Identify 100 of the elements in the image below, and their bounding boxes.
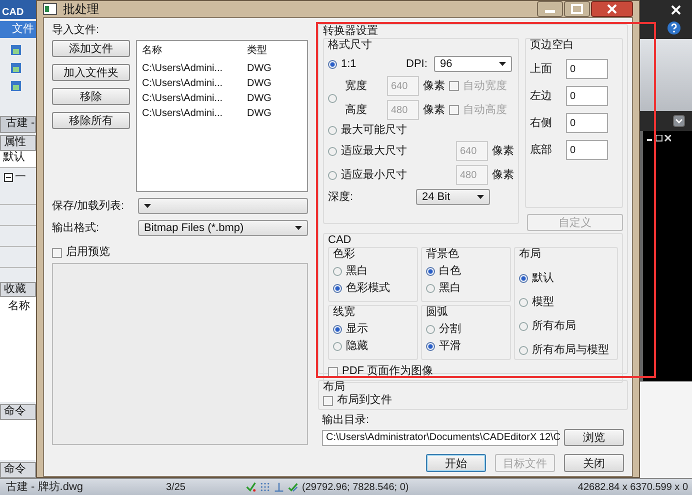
button[interactable]: 关闭 bbox=[564, 454, 624, 472]
document-icon[interactable] bbox=[10, 62, 22, 74]
unit-label: 像素 bbox=[423, 80, 445, 92]
document-icon[interactable] bbox=[10, 44, 22, 56]
table-cell-text: C:\Users\Admini... bbox=[141, 92, 224, 105]
radio-button[interactable] bbox=[333, 342, 342, 351]
radio-button[interactable] bbox=[328, 94, 337, 102]
option-label: 所有布局 bbox=[532, 320, 576, 333]
collapse-icon[interactable] bbox=[4, 172, 13, 182]
field-label: 上面 bbox=[530, 62, 553, 76]
table-cell-text: C:\Users\Admini... bbox=[141, 62, 224, 75]
radio-button[interactable] bbox=[519, 298, 528, 307]
button[interactable]: 移除 bbox=[52, 88, 130, 105]
property-value: 默认 bbox=[0, 151, 36, 168]
field-label: 保存/加载列表: bbox=[52, 200, 126, 212]
radio-button[interactable] bbox=[426, 325, 435, 334]
radio-button[interactable] bbox=[333, 325, 342, 334]
checkbox[interactable] bbox=[328, 366, 338, 376]
button[interactable]: 移除所有 bbox=[52, 112, 130, 129]
text-field[interactable]: 0 bbox=[566, 59, 608, 79]
group-title: 布局 bbox=[519, 248, 542, 261]
column-header[interactable]: 类型 bbox=[242, 44, 267, 56]
field-label: 深度: bbox=[328, 190, 354, 204]
group-title: 线宽 bbox=[333, 306, 356, 319]
radio-button[interactable] bbox=[426, 342, 435, 351]
field-label: 输出格式: bbox=[52, 222, 100, 234]
group-title: 圆弧 bbox=[426, 306, 449, 319]
button[interactable]: 浏览 bbox=[564, 429, 624, 446]
unit-label: 像素 bbox=[492, 168, 514, 182]
radio-button[interactable] bbox=[426, 267, 435, 276]
radio-button[interactable] bbox=[519, 346, 528, 355]
dropdown[interactable]: 24 Bit bbox=[416, 189, 490, 205]
file-name: 古建 - 牌坊.dwg bbox=[5, 480, 84, 494]
checkbox[interactable] bbox=[323, 396, 333, 406]
radio-button[interactable] bbox=[519, 322, 528, 331]
option-label: 白色 bbox=[439, 265, 461, 278]
section-label: 导入文件: bbox=[52, 24, 100, 37]
group-title: CAD bbox=[328, 234, 352, 247]
button[interactable]: 加入文件夹 bbox=[52, 64, 130, 81]
option-label: 1:1 bbox=[341, 58, 356, 70]
panel-tab[interactable]: 命令 bbox=[0, 404, 36, 420]
panel-tab[interactable]: 属性 bbox=[0, 135, 36, 152]
document-tab[interactable]: 古建 - bbox=[0, 116, 36, 134]
caret-icon bbox=[477, 195, 484, 199]
minimize-icon[interactable] bbox=[537, 1, 563, 17]
text-field[interactable]: 0 bbox=[566, 140, 608, 160]
radio-button[interactable] bbox=[328, 126, 337, 135]
dropdown[interactable]: 96 bbox=[434, 56, 512, 72]
radio-button[interactable] bbox=[333, 267, 342, 276]
button[interactable]: 开始 bbox=[426, 454, 486, 472]
group-title: 转换器设置 bbox=[323, 25, 379, 38]
field-label: 高度 bbox=[344, 104, 368, 116]
window-title: 批处理 bbox=[63, 2, 99, 16]
grid-icon[interactable] bbox=[260, 481, 270, 493]
tree-node[interactable]: 一 bbox=[15, 170, 26, 184]
close-icon[interactable] bbox=[591, 1, 633, 17]
table-cell-text: DWG bbox=[246, 77, 272, 90]
option-label: 黑白 bbox=[439, 282, 461, 295]
radio-button[interactable] bbox=[333, 284, 342, 293]
caret-icon bbox=[295, 226, 302, 230]
radio-button[interactable] bbox=[426, 284, 435, 293]
app-logo[interactable]: CAD bbox=[0, 0, 36, 20]
window-buttons-icon[interactable] bbox=[647, 135, 671, 142]
pencil-check-icon[interactable] bbox=[288, 481, 298, 493]
button[interactable]: 添加文件 bbox=[52, 40, 130, 57]
table-cell-text: DWG bbox=[246, 62, 272, 75]
table-cell-text: DWG bbox=[246, 92, 272, 105]
checkbox-label: PDF 页面作为图像 bbox=[342, 365, 434, 378]
group-title: 格式尺寸 bbox=[328, 39, 373, 52]
help-icon[interactable] bbox=[667, 21, 681, 35]
dropdown[interactable] bbox=[138, 198, 308, 214]
ribbon-panel bbox=[640, 39, 692, 111]
caret-icon bbox=[144, 204, 151, 208]
option-label: 所有布局与模型 bbox=[532, 344, 609, 357]
option-label: 默认 bbox=[532, 272, 554, 285]
table-cell-text: C:\Users\Admini... bbox=[141, 77, 224, 90]
option-label: 适应最大尺寸 bbox=[341, 144, 407, 158]
field-label: 右侧 bbox=[530, 116, 553, 130]
document-icon[interactable] bbox=[10, 80, 22, 92]
dropdown[interactable]: Bitmap Files (*.bmp) bbox=[138, 220, 308, 236]
group-title: 色彩 bbox=[333, 248, 356, 261]
expand-icon[interactable] bbox=[673, 115, 685, 127]
menu-tab[interactable]: 文件 bbox=[0, 21, 36, 38]
group-title: 布局 bbox=[323, 381, 346, 394]
radio-button[interactable] bbox=[328, 60, 337, 68]
column-header[interactable]: 名称 bbox=[137, 44, 242, 56]
perpendicular-icon[interactable] bbox=[274, 481, 284, 493]
text-field[interactable]: 0 bbox=[566, 113, 608, 133]
column-header: 名称 bbox=[0, 297, 36, 317]
checkbox-label: 自动高度 bbox=[463, 104, 507, 116]
text-field[interactable]: 0 bbox=[566, 86, 608, 106]
text-field[interactable]: C:\Users\Administrator\Documents\CADEditorX 12\C bbox=[322, 430, 558, 446]
checkbox[interactable] bbox=[52, 248, 62, 258]
maximize-icon[interactable] bbox=[564, 1, 590, 17]
radio-button[interactable] bbox=[519, 274, 528, 283]
option-label: 平滑 bbox=[439, 340, 461, 353]
panel-tab[interactable]: 命令 bbox=[0, 462, 36, 478]
check-icon[interactable] bbox=[246, 481, 256, 493]
panel-tab[interactable]: 收藏 bbox=[0, 282, 36, 298]
caret-icon bbox=[499, 62, 506, 66]
